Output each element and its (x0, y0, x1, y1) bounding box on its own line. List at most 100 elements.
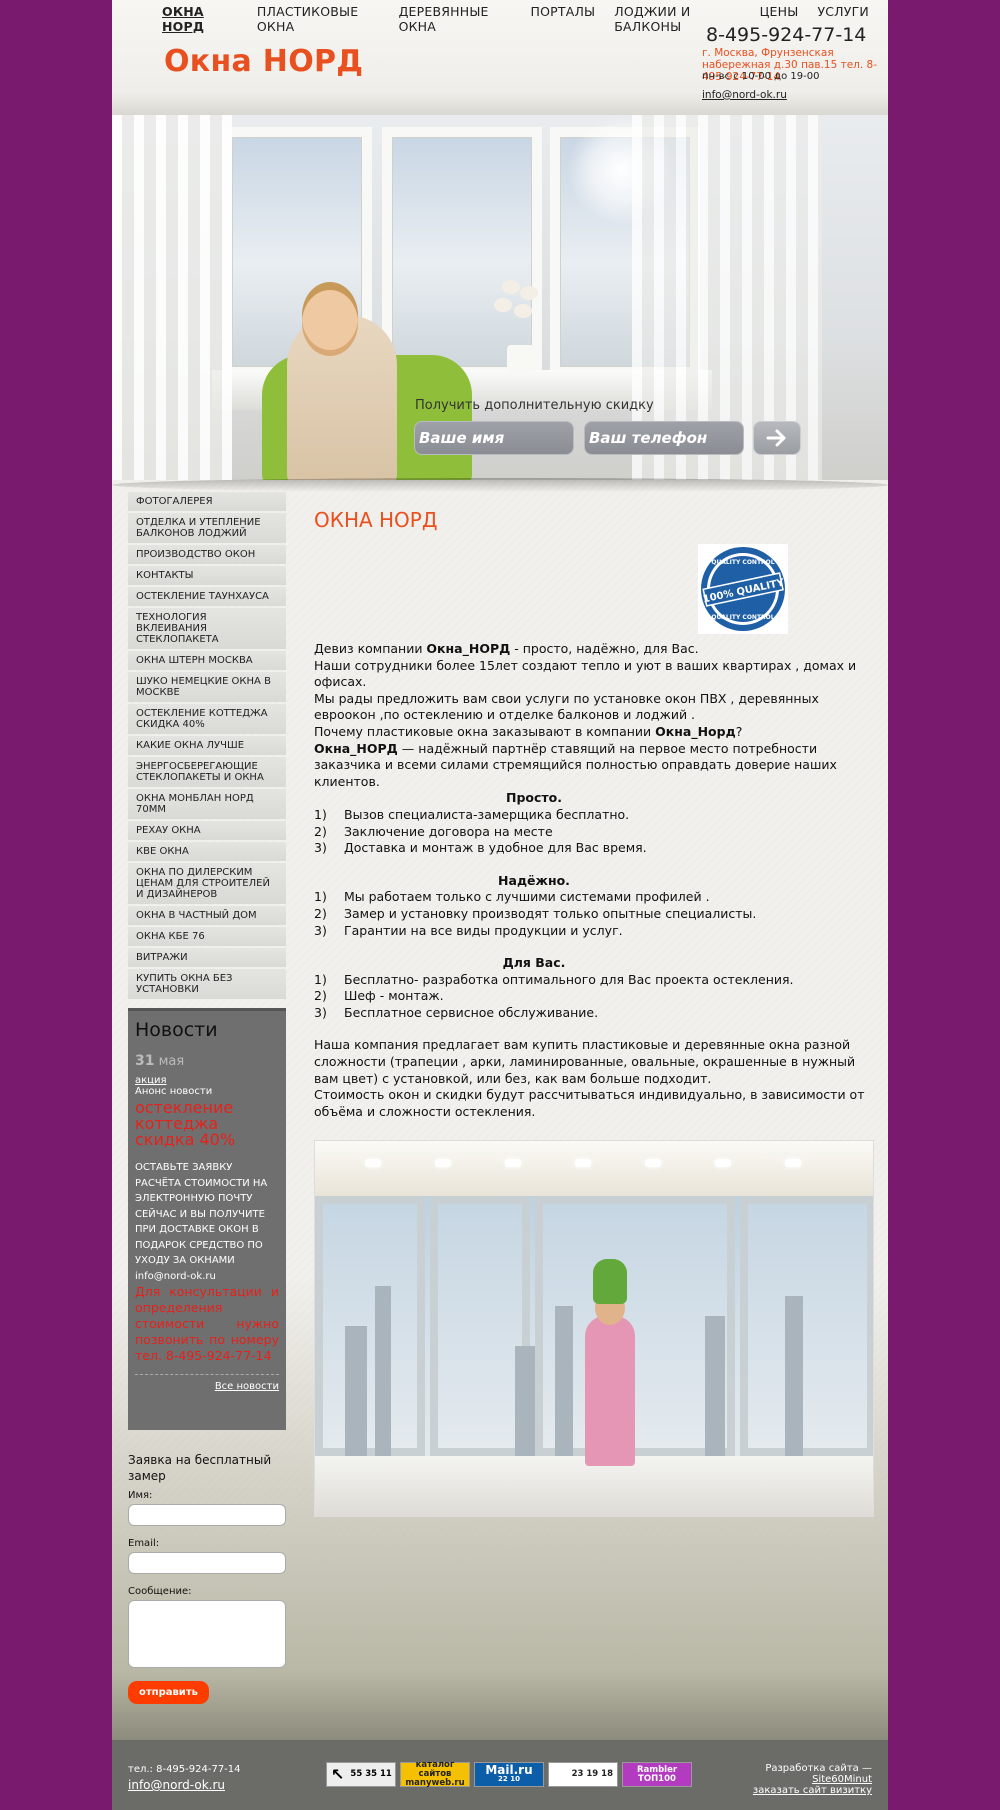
list-item: 2) Заключение договора на месте (314, 823, 553, 839)
sidebar-item-rehau[interactable]: РЕХАУ ОКНА (128, 821, 286, 840)
list-item: 2) Замер и установку производят только оп… (314, 905, 757, 921)
email-label: Email: (128, 1538, 160, 1549)
header-email-link[interactable]: info@nord-ok.ru (702, 89, 787, 101)
sidebar-item-private-house[interactable]: ОКНА В ЧАСТНЫЙ ДОМ (128, 906, 286, 925)
list-item: 1) Мы работаем только с лучшими системами… (314, 889, 710, 905)
submit-button[interactable]: отправить (128, 1681, 209, 1704)
news-tag-link[interactable]: акция (135, 1075, 279, 1086)
discount-caption: Получить дополнительную скидку (415, 398, 654, 413)
list-item: 3) Бесплатное сервисное обслуживание. (314, 1004, 599, 1020)
heading-reliable: Надёжно. (498, 872, 570, 888)
sidebar-item-balcony-finishing[interactable]: ОТДЕЛКА И УТЕПЛЕНИЕ БАЛКОНОВ ЛОДЖИЙ (128, 513, 286, 543)
developer-credit: Разработка сайта — Site60Minut заказать … (752, 1763, 872, 1796)
sidebar-item-schuco[interactable]: ШУКО НЕМЕЦКИЕ ОКНА В МОСКВЕ (128, 672, 286, 702)
footer-email-link[interactable]: info@nord-ok.ru (128, 1778, 225, 1792)
news-title: Новости (135, 1019, 218, 1041)
paragraph-offer: Наша компания предлагает вам купить плас… (314, 1037, 856, 1086)
site-logo[interactable]: Окна НОРД (164, 44, 363, 79)
curtain-left (112, 115, 232, 480)
sidebar-item-glazing-technology[interactable]: ТЕХНОЛОГИЯ ВКЛЕИВАНИЯ СТЕКЛОПАКЕТА (128, 608, 286, 649)
list-for-you: 1) Бесплатно- разработка оптимального для… (314, 972, 874, 1022)
order-site-link[interactable]: заказать сайт визитку (753, 1785, 872, 1796)
name-label: Имя: (128, 1490, 153, 1501)
arrow-right-icon (766, 429, 786, 447)
sidebar-item-montblanc[interactable]: ОКНА МОНБЛАН НОРД 70ММ (128, 789, 286, 819)
sidebar-item-kbe76[interactable]: ОКНА КБЕ 76 (128, 927, 286, 946)
main-content: ОКНА НОРД 100% QUALITY QUALITY CONTROL Q… (314, 508, 874, 1119)
sidebar-item-buy-without-install[interactable]: КУПИТЬ ОКНА БЕЗ УСТАНОВКИ (128, 969, 286, 999)
motto-paragraph: Девиз компании Окна_НОРД - просто, надёж… (314, 641, 699, 656)
list-simple: 1) Вызов специалиста-замерщика бесплатно.… (314, 807, 874, 857)
footer: тел.: 8-495-924-77-14 info@nord-ok.ru ↖ … (112, 1740, 888, 1810)
svg-text:QUALITY CONTROL: QUALITY CONTROL (711, 614, 774, 621)
yandex-counter[interactable]: 23 19 18 (548, 1762, 618, 1787)
name-field[interactable] (128, 1504, 286, 1526)
paragraph-partner: Окна_НОРД — надёжный партнёр ставящий на… (314, 740, 837, 789)
all-news-link[interactable]: Все новости (135, 1381, 279, 1392)
page: ОКНА НОРД ПЛАСТИКОВЫЕ ОКНА ДЕРЕВЯННЫЕ ОК… (112, 0, 888, 1810)
nav-plastic-windows[interactable]: ПЛАСТИКОВЫЕ ОКНА (257, 4, 380, 34)
nav-okna-nord[interactable]: ОКНА НОРД (162, 4, 238, 34)
header-phone: 8-495-924-77-14 (706, 24, 867, 46)
paragraph-staff: Наши сотрудники более 15лет создают тепл… (314, 657, 857, 690)
message-label: Сообщение: (128, 1586, 192, 1597)
hero-submit-button[interactable] (753, 421, 801, 455)
counter-badges: ↖ 55 35 11 каталог сайтов manyweb.ru Mai… (326, 1761, 692, 1788)
list-item: 2) Шеф - монтаж. (314, 988, 444, 1004)
news-headline[interactable]: остекление коттеджа скидка 40% (135, 1100, 279, 1148)
nav-portals[interactable]: ПОРТАЛЫ (530, 4, 595, 34)
liveinternet-counter[interactable]: ↖ 55 35 11 (326, 1762, 396, 1787)
news-email: info@nord-ok.ru (135, 1270, 216, 1282)
news-call-text: Для консультации и определения стоимости… (135, 1283, 279, 1363)
paragraph-pricing: Стоимость окон и скидки будут рассчитыва… (314, 1087, 865, 1119)
measurement-request-form: Заявка на бесплатный замер Имя: Email: С… (128, 1452, 286, 1704)
nav-wooden-windows[interactable]: ДЕРЕВЯННЫЕ ОКНА (399, 4, 512, 34)
article-text: Девиз компании Окна_НОРД - просто, надёж… (314, 641, 874, 1120)
paragraph-services: Мы рады предложить вам свои услуги по ус… (314, 690, 819, 723)
child-image (593, 1259, 627, 1304)
news-date: 31 мая (135, 1053, 185, 1069)
news-block: Новости 31 мая акция Анонс новости остек… (128, 1008, 286, 1430)
sidebar-item-production[interactable]: ПРОИЗВОДСТВО ОКОН (128, 545, 286, 564)
hero-phone-input[interactable]: Ваш телефон (584, 421, 744, 455)
list-item: 3) Гарантии на все виды продукции и услуг… (314, 922, 623, 938)
quality-seal-icon: 100% QUALITY QUALITY CONTROL QUALITY CON… (698, 544, 788, 634)
news-body: ОСТАВЬТЕ ЗАЯВКУ РАСЧЁТА СТОИМОСТИ НА ЭЛЕ… (135, 1162, 268, 1266)
man-image (585, 1316, 635, 1466)
svg-text:QUALITY CONTROL: QUALITY CONTROL (711, 559, 774, 566)
sidebar-item-best-windows[interactable]: КАКИЕ ОКНА ЛУЧШЕ (128, 736, 286, 755)
manyweb-badge[interactable]: каталог сайтов manyweb.ru (400, 1761, 470, 1788)
message-field[interactable] (128, 1600, 286, 1668)
list-item: 3) Доставка и монтаж в удобное для Вас вр… (314, 840, 647, 856)
sidebar-item-kve[interactable]: КВЕ ОКНА (128, 842, 286, 861)
heading-for-you: Для Вас. (502, 955, 566, 971)
heading-simple: Просто. (506, 790, 562, 806)
sidebar-item-townhouse[interactable]: ОСТЕКЛЕНИЕ ТАУНХАУСА (128, 587, 286, 606)
sidebar-item-energy-saving[interactable]: ЭНЕРГОСБЕРЕГАЮЩИЕ СТЕКЛОПАКЕТЫ И ОКНА (128, 757, 286, 787)
rambler-top100-badge[interactable]: Rambler ТОП100 (622, 1762, 692, 1787)
hero-name-input[interactable]: Ваше имя (414, 421, 574, 455)
header-hours: пн-вс с 10-00 до 19-00 (702, 71, 820, 82)
sidebar-item-gallery[interactable]: ФОТОГАЛЕРЕЯ (128, 492, 286, 511)
header: ОКНА НОРД ПЛАСТИКОВЫЕ ОКНА ДЕРЕВЯННЫЕ ОК… (112, 0, 888, 115)
list-reliable: 1) Мы работаем только с лучшими системами… (314, 889, 874, 939)
list-item: 1) Бесплатно- разработка оптимального для… (314, 971, 794, 987)
footer-phone: тел.: 8-495-924-77-14 (128, 1764, 241, 1775)
sidebar-item-stained-glass[interactable]: ВИТРАЖИ (128, 948, 286, 967)
news-anons: Анонс новости (135, 1086, 213, 1097)
email-field[interactable] (128, 1552, 286, 1574)
developer-link[interactable]: Site60Minut (812, 1774, 872, 1785)
balcony-photo (314, 1140, 874, 1517)
cursor-arrow-icon: ↖ (331, 1765, 345, 1784)
mailru-counter[interactable]: Mail.ru 22 10 (474, 1762, 544, 1787)
list-item: 1) Вызов специалиста-замерщика бесплатно. (314, 806, 630, 822)
sidebar-item-stern[interactable]: ОКНА ШТЕРН МОСКВА (128, 651, 286, 670)
hero-banner: Получить дополнительную скидку Ваше имя … (112, 115, 888, 480)
sidebar-item-dealer-prices[interactable]: ОКНА ПО ДИЛЕРСКИМ ЦЕНАМ ДЛЯ СТРОИТЕЛЕЙ И… (128, 863, 286, 904)
sidebar-item-cottage[interactable]: ОСТЕКЛЕНИЕ КОТТЕДЖА СКИДКА 40% (128, 704, 286, 734)
request-form-title: Заявка на бесплатный замер (128, 1453, 272, 1483)
sidebar-menu: ФОТОГАЛЕРЕЯ ОТДЕЛКА И УТЕПЛЕНИЕ БАЛКОНОВ… (128, 492, 286, 1001)
page-title: ОКНА НОРД (314, 508, 438, 532)
orchid-image (492, 280, 552, 373)
sidebar-item-contacts[interactable]: КОНТАКТЫ (128, 566, 286, 585)
